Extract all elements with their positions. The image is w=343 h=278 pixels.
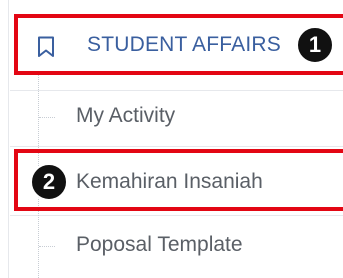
panel-border	[8, 0, 9, 278]
sidebar-item-poposal-template[interactable]: Poposal Template	[76, 233, 243, 257]
sidebar-item-my-activity[interactable]: My Activity	[76, 104, 175, 128]
divider	[10, 90, 343, 91]
divider	[10, 146, 343, 147]
tree-tick	[39, 117, 55, 118]
highlight-box-1	[14, 14, 343, 75]
callout-badge-1: 1	[296, 26, 334, 64]
divider	[10, 215, 343, 216]
callout-badge-2: 2	[30, 163, 68, 201]
tree-tick	[39, 246, 55, 247]
sidebar-menu: STUDENT AFFAIRS My Activity Kemahiran In…	[0, 0, 343, 278]
